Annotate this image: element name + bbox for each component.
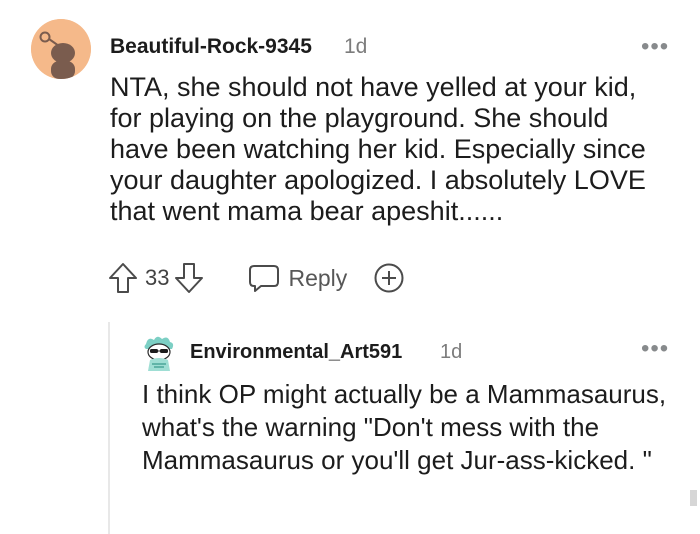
reply-author[interactable]: Environmental_Art591	[190, 341, 402, 364]
scrollbar-thumb[interactable]	[690, 490, 697, 506]
thread-line[interactable]	[108, 322, 110, 534]
upvote-button[interactable]	[108, 262, 138, 294]
reply-avatar[interactable]	[142, 334, 176, 372]
vote-count: 33	[145, 265, 170, 290]
snoo-avatar-icon	[144, 336, 174, 371]
comment-timestamp[interactable]: 1d	[344, 35, 367, 59]
comment-author[interactable]: Beautiful-Rock-9345	[110, 35, 312, 59]
reply-timestamp[interactable]: 1d	[440, 341, 462, 364]
snoo-avatar-icon	[31, 19, 91, 79]
downvote-button[interactable]	[174, 262, 204, 294]
reply-body: I think OP might actually be a Mammasaur…	[142, 379, 667, 475]
upvote-arrow-icon	[109, 263, 137, 293]
reply-label: Reply	[288, 264, 348, 291]
comment-body: NTA, she should not have yelled at your …	[110, 72, 646, 226]
award-button[interactable]	[373, 262, 405, 294]
avatar[interactable]	[31, 19, 91, 79]
reply-more-options-button[interactable]: •••	[641, 337, 669, 361]
downvote-arrow-icon	[175, 263, 204, 293]
comment-actions: 33 Reply	[108, 258, 405, 298]
speech-bubble-icon	[249, 265, 280, 292]
more-options-button[interactable]: •••	[641, 35, 669, 59]
reply-button[interactable]: Reply	[248, 263, 347, 293]
plus-circle-icon	[374, 263, 404, 293]
